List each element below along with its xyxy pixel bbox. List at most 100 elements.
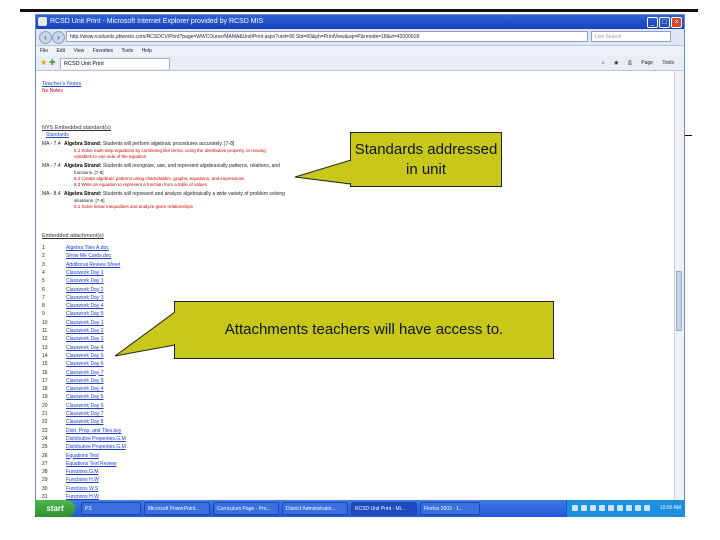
- attachment-link[interactable]: Algebra Tiles A.doc: [66, 245, 109, 251]
- task-button-5[interactable]: RCSD Unit Print - Mi...: [351, 502, 417, 515]
- attachment-link[interactable]: Additional Review Sheet: [66, 262, 120, 268]
- attachment-number: 19: [42, 394, 48, 401]
- vertical-scrollbar[interactable]: [674, 71, 684, 505]
- attachment-row: 18 Classwork Day 4: [42, 386, 104, 393]
- standards-callout: Standards addressed in unit: [350, 132, 502, 187]
- attachment-number: 14: [42, 352, 48, 359]
- attachment-row: 12 Classwork Day 3: [42, 336, 104, 343]
- forward-icon[interactable]: ›: [52, 31, 65, 44]
- attachment-link[interactable]: Equations Test Review: [66, 461, 117, 467]
- tools-menu[interactable]: Tools: [662, 60, 674, 66]
- attachment-number: 12: [42, 336, 48, 343]
- attachment-link[interactable]: Functions W.S: [66, 486, 98, 492]
- attachment-link[interactable]: Classwork Day 5: [66, 353, 104, 359]
- attachment-link[interactable]: Classwork Day 6: [66, 403, 104, 409]
- attachment-link[interactable]: Classwork Day 8: [66, 419, 104, 425]
- attachment-link[interactable]: Classwork Day 3: [66, 336, 104, 342]
- standards-label: NYS Embedded standard(s): [42, 125, 111, 131]
- attachment-link[interactable]: Functions.G.M: [66, 469, 99, 475]
- attachment-link[interactable]: Classwork Day 7: [66, 411, 104, 417]
- attachment-link[interactable]: Classwork Day 1: [66, 320, 104, 326]
- menu-help[interactable]: Help: [142, 48, 152, 54]
- attachment-row: 24 Distributive Properties.G.M: [42, 436, 126, 443]
- address-field[interactable]: http://www.rcsdunits.pbworks.com/RCSDCV/…: [66, 31, 588, 42]
- command-bar: ⌂ ◉ ⎙ Page Tools: [594, 58, 674, 68]
- maximize-icon[interactable]: □: [659, 17, 670, 28]
- attachment-link[interactable]: Classwork Day 4: [66, 386, 104, 392]
- attachment-link[interactable]: Classwork Day 3: [66, 295, 104, 301]
- tray-icon[interactable]: [626, 505, 632, 511]
- attachment-number: 22: [42, 419, 48, 426]
- menu-file[interactable]: File: [40, 48, 48, 54]
- standard-code: MA - 8.4: [42, 191, 61, 197]
- attachment-link[interactable]: Classwork Day 6: [66, 361, 104, 367]
- attachment-row: 14 Classwork Day 5: [42, 353, 104, 360]
- standard-detail: 8.1 Solve linear inequalities and analyz…: [74, 204, 193, 209]
- attachment-number: 17: [42, 377, 48, 384]
- task-button-1[interactable]: PS: [81, 502, 141, 515]
- attachment-link[interactable]: Classwork Day 1: [66, 278, 104, 284]
- task-button-2[interactable]: Microsoft PowerPoint...: [144, 502, 210, 515]
- attachment-link[interactable]: Distributive Properties.G.M: [66, 436, 126, 442]
- scrollbar-thumb[interactable]: [676, 271, 682, 331]
- tray-icon[interactable]: [590, 505, 596, 511]
- minimize-icon[interactable]: _: [647, 17, 658, 28]
- attachment-link[interactable]: Classwork Day 1: [66, 270, 104, 276]
- attachment-link[interactable]: Equations Test: [66, 453, 99, 459]
- menu-view[interactable]: View: [73, 48, 84, 54]
- attachment-row: 30 Functions W.S: [42, 486, 98, 493]
- tray-icon[interactable]: [581, 505, 587, 511]
- menu-bar: File Edit View Favorites Tools Help: [36, 46, 684, 56]
- tray-icon[interactable]: [572, 505, 578, 511]
- attachment-link[interactable]: Classwork Day 5: [66, 311, 104, 317]
- tray-icon[interactable]: [635, 505, 641, 511]
- tray-icon[interactable]: [608, 505, 614, 511]
- tray-icon[interactable]: [599, 505, 605, 511]
- start-button[interactable]: start: [35, 500, 75, 517]
- menu-tools[interactable]: Tools: [121, 48, 133, 54]
- attachment-link[interactable]: Classwork Day 4: [66, 303, 104, 309]
- home-icon[interactable]: ⌂: [602, 60, 605, 66]
- attachment-link[interactable]: Classwork Day 8: [66, 378, 104, 384]
- attachment-link[interactable]: Classwork Day 7: [66, 370, 104, 376]
- frame-top-line: [20, 9, 698, 12]
- attachment-row: 27 Equations Test Review: [42, 461, 117, 468]
- tray-icon[interactable]: [644, 505, 650, 511]
- tray-icon[interactable]: [617, 505, 623, 511]
- search-input[interactable]: Live Search: [591, 31, 671, 42]
- attachment-link[interactable]: Classwork Day 2: [66, 287, 104, 293]
- attachment-row: 23 Distr. Prop. and Tiles.key: [42, 428, 121, 435]
- page-menu[interactable]: Page: [641, 60, 653, 66]
- task-button-6[interactable]: Firefox 2003 - 1...: [420, 502, 480, 515]
- attachment-row: 6 Classwork Day 2: [42, 287, 104, 294]
- attachment-link[interactable]: Show Me Cards.doc: [66, 253, 111, 259]
- standard-detail: 5.1 Solve multi-step equations by combin…: [74, 148, 266, 153]
- attachment-number: 18: [42, 386, 48, 393]
- attachment-link[interactable]: Functions H.W: [66, 477, 99, 483]
- feeds-icon[interactable]: ◉: [614, 60, 618, 66]
- back-icon[interactable]: ‹: [39, 31, 52, 44]
- taskbar-clock: 10:05 AM: [659, 505, 681, 511]
- teachers-notes-label: Teacher's Notes: [42, 81, 82, 87]
- task-button-4[interactable]: District Administrator...: [282, 502, 348, 515]
- attachment-link[interactable]: Distributive Properties.G.M: [66, 444, 126, 450]
- attachment-number: 23: [42, 427, 48, 434]
- attachment-link[interactable]: Classwork Day 5: [66, 394, 104, 400]
- attachment-link[interactable]: Classwork Day 2: [66, 328, 104, 334]
- menu-edit[interactable]: Edit: [56, 48, 65, 54]
- attachment-number: 2: [42, 253, 45, 260]
- attachment-link[interactable]: Distr. Prop. and Tiles.key: [66, 428, 121, 434]
- close-icon[interactable]: ×: [671, 17, 682, 28]
- print-icon[interactable]: ⎙: [628, 60, 632, 66]
- attachment-row: 5 Classwork Day 1: [42, 278, 104, 285]
- attachment-row: 25 Distributive Properties.G.M: [42, 444, 126, 451]
- attachment-link[interactable]: Classwork Day 4: [66, 345, 104, 351]
- task-button-3[interactable]: Curriculum Page - Pro...: [213, 502, 279, 515]
- tab-rcsd-unit-print[interactable]: RCSD Unit Print: [60, 58, 170, 69]
- menu-favorites[interactable]: Favorites: [93, 48, 114, 54]
- add-favorites-icon[interactable]: ✚: [49, 58, 56, 68]
- attachment-number: 11: [42, 328, 48, 334]
- standard-detail: variables to one side of the equation: [74, 154, 147, 159]
- favorites-star-icon[interactable]: ★: [40, 58, 47, 68]
- attachment-row: 4 Classwork Day 1: [42, 270, 104, 277]
